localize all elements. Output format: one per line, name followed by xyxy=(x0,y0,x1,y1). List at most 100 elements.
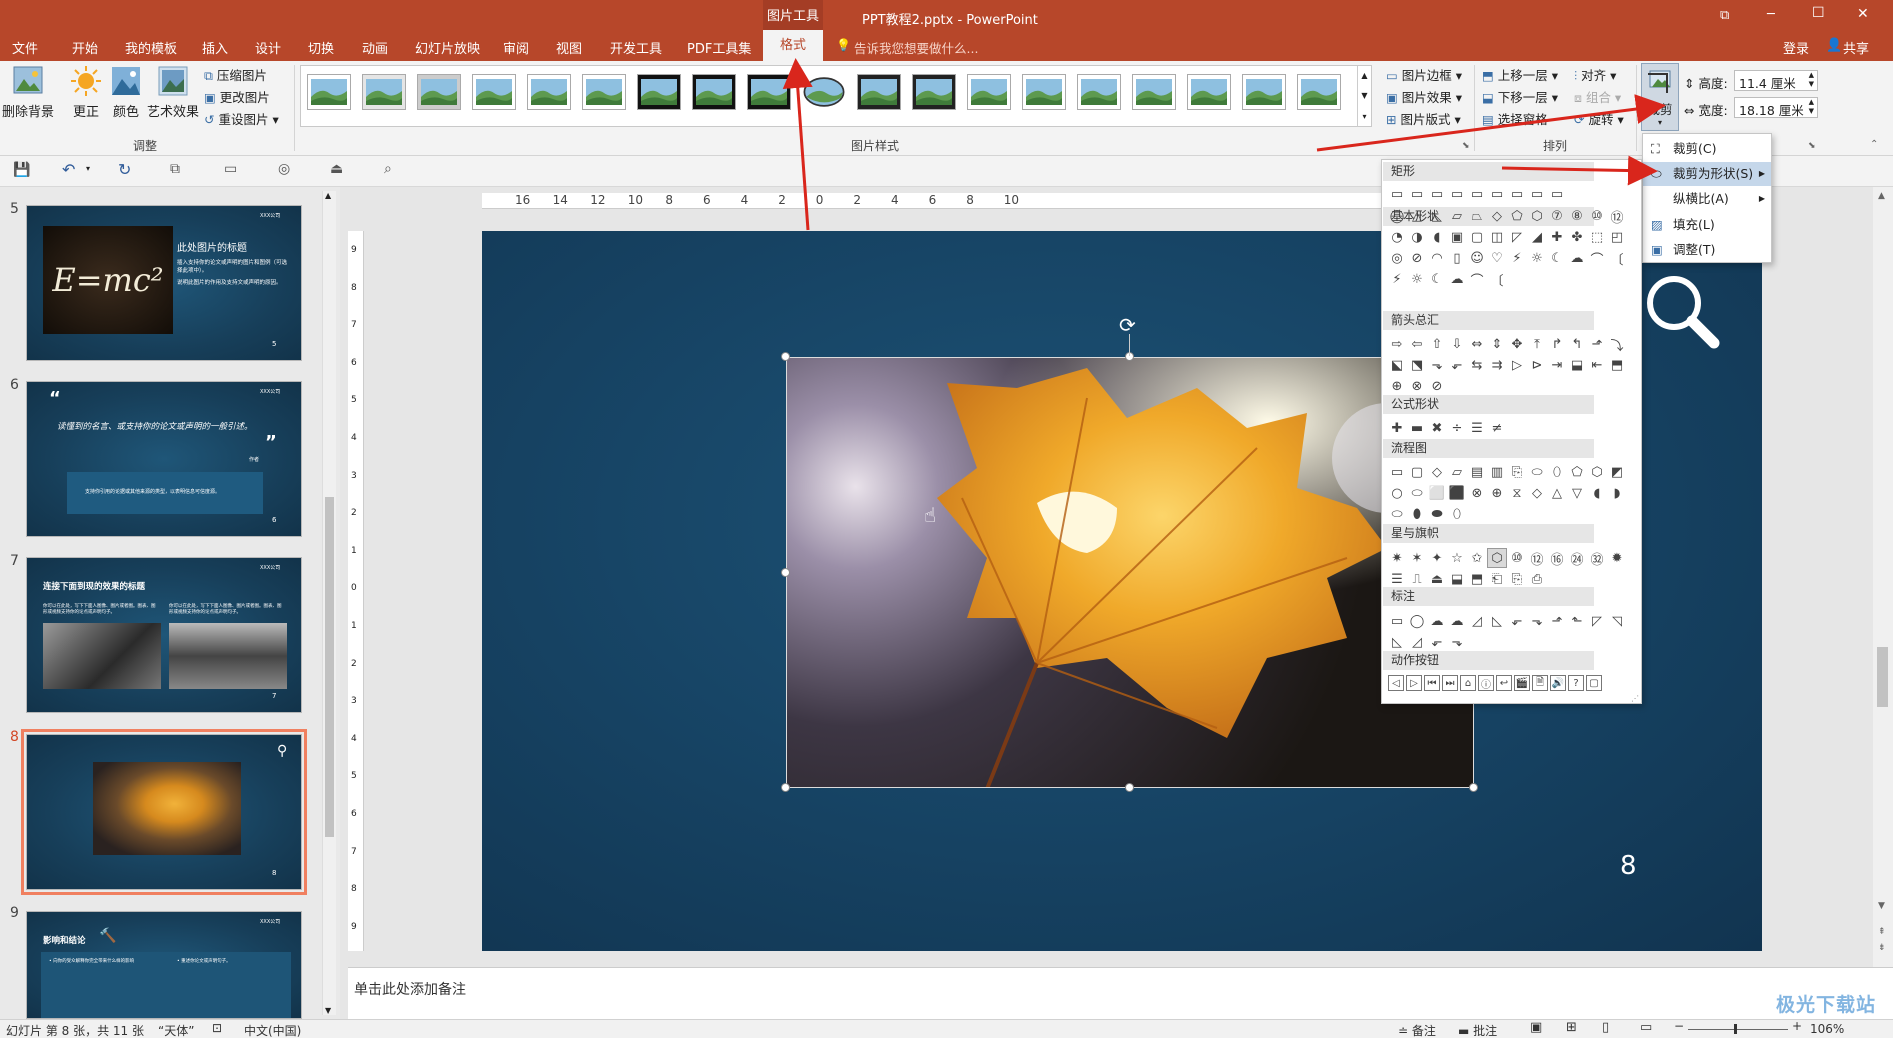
collapse-ribbon-icon[interactable]: ⌃ xyxy=(1870,139,1878,150)
shape-option[interactable]: ⚡ xyxy=(1508,249,1526,267)
tab-review[interactable]: 审阅 xyxy=(503,38,529,57)
crop-button[interactable]: 裁剪 ▾ xyxy=(1641,63,1679,131)
shape-option[interactable]: ⇤ xyxy=(1588,356,1606,374)
tab-view[interactable]: 视图 xyxy=(556,38,582,57)
group-button[interactable]: ⧈ 组合 ▾ xyxy=(1574,87,1621,106)
shape-option[interactable]: ◺ xyxy=(1428,207,1446,225)
shape-option[interactable]: ▱ xyxy=(1448,207,1466,225)
presenter-icon[interactable]: ⏏ xyxy=(330,161,343,177)
picture-style-option[interactable] xyxy=(1242,74,1286,110)
share-button[interactable]: 共享 xyxy=(1843,38,1869,57)
shape-option[interactable]: ⬎ xyxy=(1528,612,1546,630)
zoom-slider-thumb[interactable] xyxy=(1734,1024,1737,1034)
shape-option[interactable]: ⏮ xyxy=(1424,675,1440,691)
shape-option[interactable]: ⬑ xyxy=(1568,612,1586,630)
notes-pane[interactable]: 单击此处添加备注 xyxy=(348,967,1893,1019)
shape-option[interactable]: ◯ xyxy=(1388,207,1406,225)
shape-option[interactable]: ◿ xyxy=(1408,633,1426,651)
resize-handle-se[interactable] xyxy=(1469,783,1478,792)
shape-option[interactable]: ⇦ xyxy=(1408,335,1426,353)
shape-option[interactable]: ▭ xyxy=(1488,185,1506,203)
resize-handle-w[interactable] xyxy=(781,568,790,577)
tab-insert[interactable]: 插入 xyxy=(202,38,228,57)
shape-option[interactable]: ⬮ xyxy=(1408,505,1426,523)
picture-style-option[interactable] xyxy=(1132,74,1176,110)
shape-option[interactable]: ▷ xyxy=(1406,675,1422,691)
shape-option[interactable]: ⇧ xyxy=(1428,335,1446,353)
shape-option[interactable]: ⚡ xyxy=(1388,270,1406,288)
shape-option[interactable]: ☆ xyxy=(1448,549,1466,567)
shape-option[interactable]: ⬜ xyxy=(1428,484,1446,502)
shape-option[interactable]: ◎ xyxy=(1388,249,1406,267)
shape-option[interactable]: ⬎ xyxy=(1428,356,1446,374)
shape-option[interactable]: ▽ xyxy=(1568,484,1586,502)
send-backward-button[interactable]: ⬓ 下移一层 ▾ xyxy=(1482,87,1558,106)
picture-style-option[interactable] xyxy=(912,74,956,110)
shape-option[interactable]: ⬚ xyxy=(1588,228,1606,246)
shape-option[interactable]: ▢ xyxy=(1586,675,1602,691)
shape-option[interactable]: ☰ xyxy=(1388,570,1406,588)
shape-option[interactable]: ◑ xyxy=(1408,228,1426,246)
artistic-effects-button[interactable]: 艺术效果 xyxy=(146,65,200,120)
zoom-out-button[interactable]: − xyxy=(1674,1019,1684,1033)
shape-option[interactable]: ⬓ xyxy=(1448,570,1466,588)
shape-option[interactable]: ⬠ xyxy=(1508,207,1526,225)
shape-option[interactable]: ▭ xyxy=(1448,185,1466,203)
slide-thumbnail[interactable]: 连接下面到现的效果的标题 你可以在此处，写下下面人图像、图片或者图。图表、图形或… xyxy=(26,557,302,713)
selection-pane-button[interactable]: ▤ 选择窗格 xyxy=(1482,109,1548,128)
shape-option[interactable]: ☼ xyxy=(1528,249,1546,267)
shape-option[interactable]: ▱ xyxy=(1448,463,1466,481)
shape-option[interactable]: ⊘ xyxy=(1408,249,1426,267)
tab-templates[interactable]: 我的模板 xyxy=(125,38,177,57)
shape-option[interactable]: ⑯ xyxy=(1548,549,1566,568)
picture-style-option[interactable] xyxy=(417,74,461,110)
slide-thumbnail[interactable]: E=mc² 此处图片的标题 插入支持你的论文或声明的图片和图例（可选择此项中）。… xyxy=(26,205,302,361)
shape-option[interactable]: ⑩ xyxy=(1588,207,1606,225)
rotate-handle-icon[interactable]: ⟳ xyxy=(1119,313,1136,337)
thumbnail-scroll-thumb[interactable] xyxy=(325,497,334,837)
shape-option[interactable]: ✚ xyxy=(1388,419,1406,437)
shape-option[interactable]: ◖ xyxy=(1588,484,1606,502)
shape-option[interactable]: ▤ xyxy=(1468,463,1486,481)
shapes-icon[interactable]: ◎ xyxy=(278,161,290,177)
thumbnail-scrollbar[interactable]: ▲ ▼ xyxy=(322,191,336,1015)
picture-effects-button[interactable]: ▣ 图片效果 ▾ xyxy=(1386,87,1462,106)
minimize-button[interactable]: ─ xyxy=(1767,7,1775,22)
slide-thumbnail[interactable]: “ 读懂到的名言、或支持你的论文或声明的一般引述。 ” 作者 支持你引用的论据或… xyxy=(26,381,302,537)
shape-option[interactable]: ? xyxy=(1568,675,1584,691)
shape-option[interactable]: △ xyxy=(1548,484,1566,502)
shape-option[interactable]: ㉜ xyxy=(1588,549,1606,568)
shape-option[interactable]: ⌒ xyxy=(1588,249,1606,268)
color-button[interactable]: 颜色 xyxy=(108,65,144,120)
picture-style-option[interactable] xyxy=(362,74,406,110)
shape-option[interactable]: ✩ xyxy=(1468,549,1486,567)
compress-pictures-button[interactable]: ⧉ 压缩图片 xyxy=(204,65,267,84)
shape-option[interactable]: ▭ xyxy=(1508,185,1526,203)
slide-thumbnail-selected[interactable]: ⚲ 8 xyxy=(21,729,307,895)
tab-transitions[interactable]: 切换 xyxy=(308,38,334,57)
shape-option[interactable]: ☁ xyxy=(1428,612,1446,630)
align-button[interactable]: ⫶ 对齐 ▾ xyxy=(1574,65,1616,84)
shape-option[interactable]: 🗎 xyxy=(1532,675,1548,691)
shape-option[interactable]: ◔ xyxy=(1388,228,1406,246)
tab-home[interactable]: 开始 xyxy=(72,38,98,57)
zoom-in-button[interactable]: + xyxy=(1792,1019,1802,1033)
menu-item-crop[interactable]: ⛶ 裁剪(C) xyxy=(1643,137,1771,161)
shape-option[interactable]: ⬭ xyxy=(1388,505,1406,523)
shape-option[interactable]: ⬔ xyxy=(1408,356,1426,374)
shape-option[interactable]: ⇔ xyxy=(1468,335,1486,353)
resize-handle-nw[interactable] xyxy=(781,352,790,361)
tell-me-input[interactable]: 告诉我您想要做什么... xyxy=(854,38,978,57)
tab-format[interactable]: 格式 xyxy=(763,30,823,61)
shape-option[interactable]: ⬡ xyxy=(1588,463,1606,481)
slide-sorter-icon[interactable]: ⊞ xyxy=(1566,1020,1577,1035)
tab-pdf[interactable]: PDF工具集 xyxy=(687,38,751,57)
shape-option[interactable]: ⎗ xyxy=(1488,570,1506,588)
shape-option[interactable]: ☁ xyxy=(1448,270,1466,288)
spellcheck-icon[interactable]: ⊡ xyxy=(212,1021,222,1035)
corrections-button[interactable]: 更正 xyxy=(66,65,106,120)
shape-option[interactable]: ◸ xyxy=(1588,612,1606,630)
shape-option[interactable]: ÷ xyxy=(1448,419,1466,437)
shape-option[interactable]: ≠ xyxy=(1488,419,1506,437)
shape-option[interactable]: ◇ xyxy=(1528,484,1546,502)
